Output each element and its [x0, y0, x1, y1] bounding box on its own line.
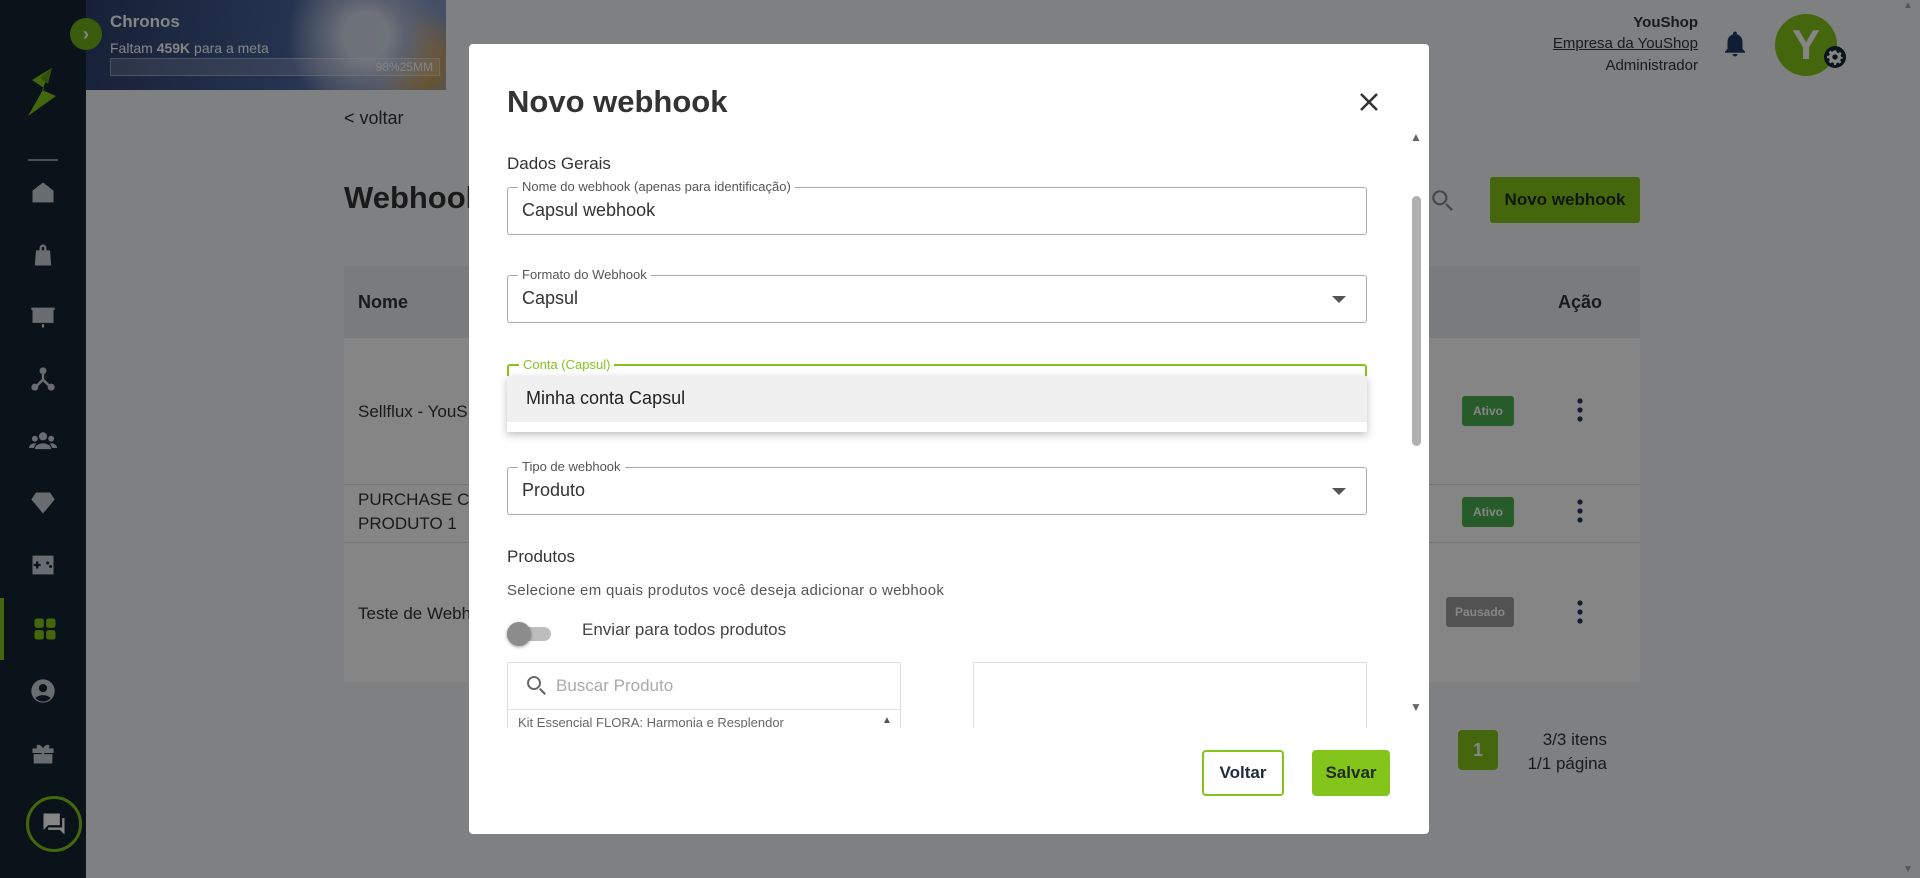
account-dropdown-menu: Minha conta Capsul — [507, 376, 1367, 432]
section-general-heading: Dados Gerais — [507, 154, 611, 173]
caret-down-icon — [1332, 488, 1346, 495]
product-list-divider — [508, 709, 900, 710]
modal-scrollbar[interactable]: ▲ ▼ — [1409, 130, 1423, 714]
caret-down-icon — [1332, 296, 1346, 303]
webhook-format-value: Capsul — [522, 288, 579, 308]
save-button[interactable]: Salvar — [1312, 750, 1390, 796]
webhook-format-label: Formato do Webhook — [518, 267, 651, 282]
webhook-type-label: Tipo de webhook — [518, 459, 625, 474]
all-products-toggle[interactable] — [507, 620, 553, 648]
webhook-name-field[interactable]: Nome do webhook (apenas para identificaç… — [507, 179, 1367, 235]
account-label: Conta (Capsul) — [519, 357, 615, 372]
webhook-name-value[interactable]: Capsul webhook — [522, 200, 655, 221]
page-scroll-down-arrow[interactable]: ▼ — [1903, 864, 1913, 875]
back-button[interactable]: Voltar — [1202, 750, 1284, 796]
close-icon — [1360, 93, 1378, 111]
scroll-up-arrow[interactable]: ▲ — [1410, 130, 1422, 144]
webhook-format-select[interactable]: Formato do Webhook Capsul — [507, 267, 1367, 323]
section-products-heading: Produtos — [507, 547, 576, 566]
products-helper-text: Selecione em quais produtos você deseja … — [507, 582, 945, 599]
toggle-knob — [507, 622, 531, 646]
product-picker: Kit Essencial FLORA: Harmonia e Resplend… — [507, 662, 901, 728]
scroll-down-arrow[interactable]: ▼ — [1410, 700, 1422, 714]
search-icon — [524, 673, 548, 697]
scrollbar-thumb[interactable] — [1412, 196, 1421, 446]
webhook-type-select[interactable]: Tipo de webhook Produto — [507, 459, 1367, 515]
all-products-label: Enviar para todos produtos — [582, 620, 787, 639]
product-list-item[interactable]: Kit Essencial FLORA: Harmonia e Resplend… — [518, 715, 784, 728]
new-webhook-modal: Novo webhook ▲ ▼ Dados Gerais Nome do we… — [469, 44, 1429, 834]
product-search-input[interactable] — [556, 673, 876, 699]
page-scroll-up-arrow[interactable]: ▲ — [1903, 0, 1913, 11]
product-list-scroll-up[interactable]: ▲ — [882, 715, 892, 726]
modal-title: Novo webhook — [507, 84, 728, 119]
webhook-type-value: Produto — [522, 480, 586, 500]
webhook-name-label: Nome do webhook (apenas para identificaç… — [518, 179, 795, 194]
selected-products-list — [973, 662, 1367, 728]
close-button[interactable] — [1355, 88, 1383, 116]
account-option[interactable]: Minha conta Capsul — [507, 376, 1367, 422]
